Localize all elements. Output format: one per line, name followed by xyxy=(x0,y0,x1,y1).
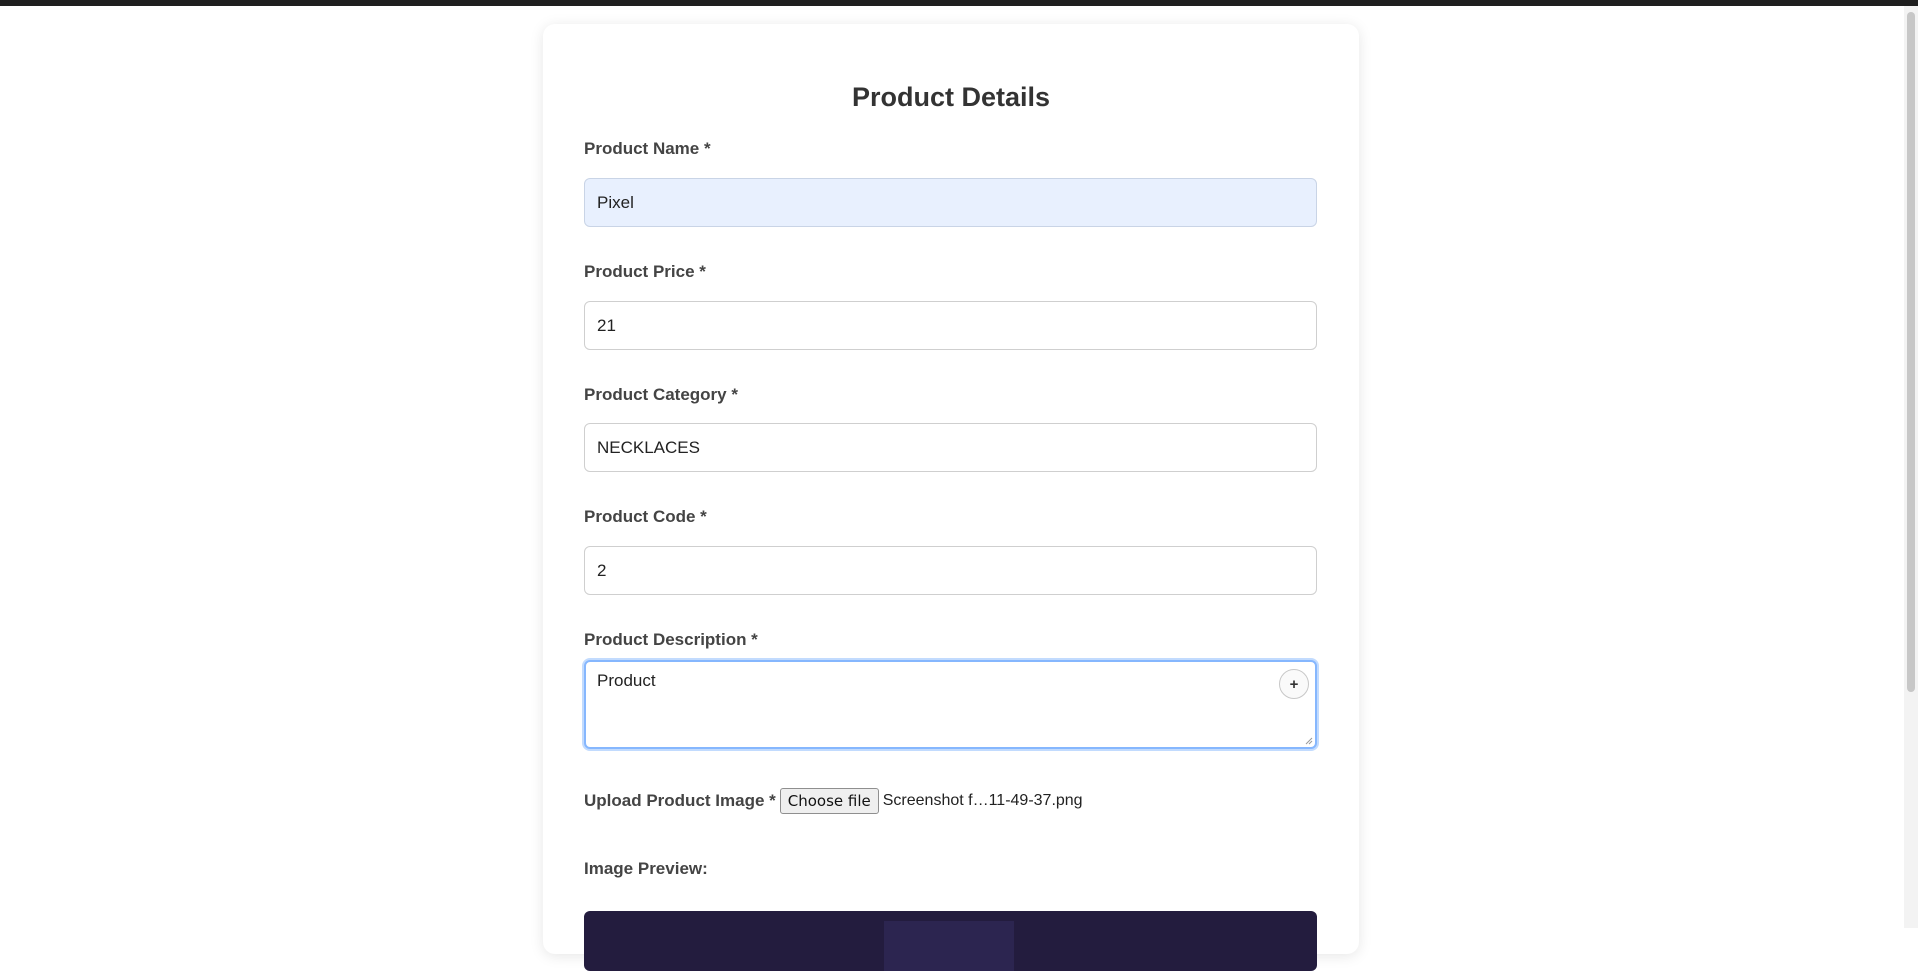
product-description-label: Product Description * xyxy=(584,630,758,649)
product-price-label: Product Price * xyxy=(584,262,706,281)
product-description-textarea[interactable]: Product + xyxy=(584,660,1317,749)
product-name-input[interactable]: Pixel xyxy=(584,178,1317,227)
product-code-value: 2 xyxy=(597,560,607,580)
product-category-label: Product Category * xyxy=(584,385,738,404)
resize-handle-icon[interactable] xyxy=(1305,737,1313,745)
upload-image-row: Upload Product Image * Choose file Scree… xyxy=(584,788,1083,814)
add-description-button[interactable]: + xyxy=(1279,669,1309,699)
product-category-value: NECKLACES xyxy=(597,437,700,457)
choose-file-button[interactable]: Choose file xyxy=(779,788,879,814)
product-description-value: Product xyxy=(597,671,656,690)
product-name-value: Pixel xyxy=(597,192,634,212)
product-code-input[interactable]: 2 xyxy=(584,546,1317,595)
product-name-label: Product Name * xyxy=(584,139,711,158)
preview-image-content xyxy=(884,921,1014,971)
product-details-card: Product Details Product Name * Pixel Pro… xyxy=(543,24,1359,971)
product-price-value: 21 xyxy=(597,315,616,335)
product-code-label: Product Code * xyxy=(584,507,707,526)
image-preview xyxy=(584,911,1317,971)
upload-image-label: Upload Product Image * xyxy=(584,791,776,810)
page-title: Product Details xyxy=(851,82,1051,112)
product-price-input[interactable]: 21 xyxy=(584,301,1317,350)
scrollbar-thumb[interactable] xyxy=(1907,12,1915,692)
page-scrollbar[interactable] xyxy=(1904,6,1918,928)
selected-file-name: Screenshot f…11-49-37.png xyxy=(882,792,1083,809)
image-preview-label: Image Preview: xyxy=(584,859,708,878)
browser-top-bar xyxy=(0,0,1918,6)
product-category-input[interactable]: NECKLACES xyxy=(584,423,1317,472)
